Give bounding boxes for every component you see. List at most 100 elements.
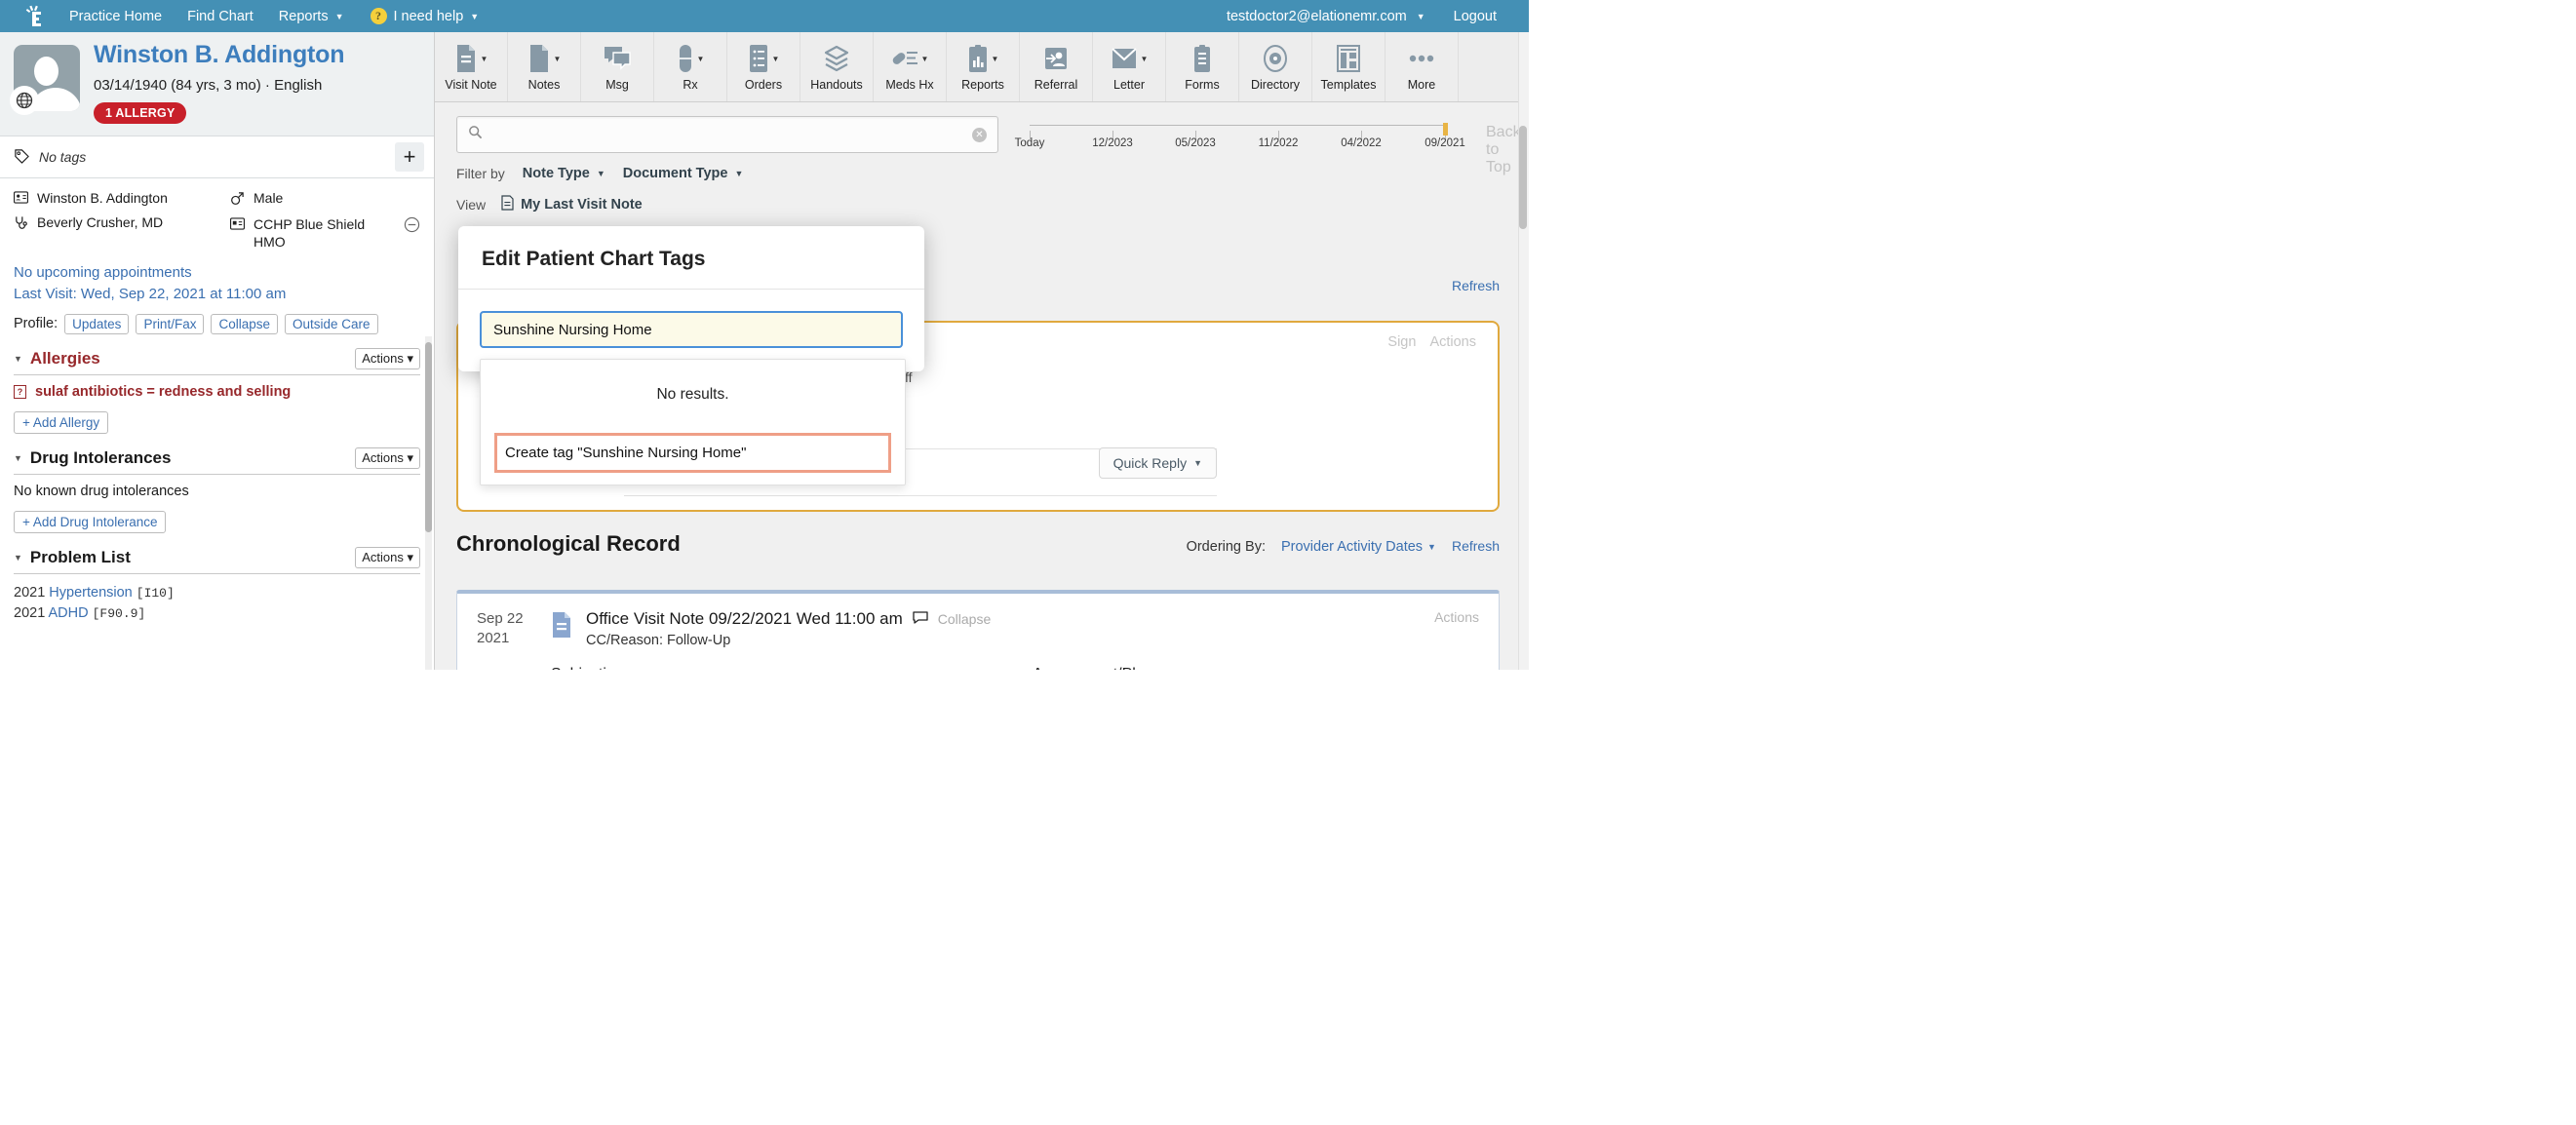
nav-need-help[interactable]: ? I need help ▼ [357,8,480,24]
profile-printfax-button[interactable]: Print/Fax [136,314,204,334]
logout-link[interactable]: Logout [1441,9,1509,24]
chart-toolbar: ▼ Visit Note ▼ Notes Msg ▼ Rx ▼ Orders H [435,32,1529,102]
search-input[interactable] [483,127,972,142]
info-sex: Male [254,190,283,208]
remove-insurance-icon[interactable] [404,216,420,238]
add-drug-intolerance-button[interactable]: + Add Drug Intolerance [14,511,166,533]
patient-dob-language: 03/14/1940 (84 yrs, 3 mo) · English [94,77,344,94]
chart-search-box[interactable]: ✕ [456,116,998,153]
timeline-position-marker[interactable] [1443,123,1448,136]
toolbar-reports[interactable]: ▼ Reports [947,32,1020,101]
visit-actions-link[interactable]: Actions [1434,609,1479,648]
collapse-triangle-icon[interactable]: ▼ [14,354,22,364]
chevron-down-icon[interactable]: ▼ [554,55,562,63]
chevron-down-icon[interactable]: ▼ [921,55,929,63]
allergies-actions-button[interactable]: Actions ▾ [355,348,420,369]
sidebar-scrollbar-thumb[interactable] [425,342,432,532]
toolbar-directory[interactable]: Directory [1239,32,1312,101]
chevron-down-icon[interactable]: ▼ [1417,12,1425,21]
clear-x-icon[interactable]: ✕ [972,128,987,142]
table-row: 2021 Hypertension [I10] [14,583,420,604]
ordering-by-value[interactable]: Provider Activity Dates ▼ [1281,539,1436,555]
back-to-top-link[interactable]: Back to Top [1486,124,1521,176]
info-row-name: Winston B. Addington [14,190,230,209]
problem-name[interactable]: ADHD [49,605,89,621]
problem-name[interactable]: Hypertension [49,585,132,601]
toolbar-notes[interactable]: ▼ Notes [508,32,581,101]
search-icon [468,125,483,144]
message-actions-link[interactable]: Actions [1429,334,1476,350]
main-scrollbar-thumb[interactable] [1519,126,1527,229]
ordering-by-value-label: Provider Activity Dates [1281,539,1423,555]
office-visit-note-card[interactable]: Sep 22 2021 Office Visit Note 09/22/2021… [456,590,1500,670]
tag-search-input[interactable] [480,311,903,348]
add-allergy-button[interactable]: + Add Allergy [14,411,108,434]
profile-updates-button[interactable]: Updates [64,314,129,334]
drug-intolerances-actions-button[interactable]: Actions ▾ [355,447,420,469]
toolbar-more[interactable]: More [1386,32,1459,101]
create-tag-option[interactable]: Create tag "Sunshine Nursing Home" [497,436,888,470]
collapse-triangle-icon[interactable]: ▼ [14,553,22,562]
toolbar-handouts[interactable]: Handouts [800,32,874,101]
chronological-refresh-link[interactable]: Refresh [1452,538,1500,554]
toolbar-forms[interactable]: Forms [1166,32,1239,101]
info-row-insurance: CCHP Blue Shield HMO [230,216,420,251]
problem-list-body: 2021 Hypertension [I10] 2021 ADHD [F90.9… [14,574,420,626]
quick-reply-button[interactable]: Quick Reply ▼ [1099,447,1217,479]
quick-reply-label: Quick Reply [1113,455,1187,471]
panel-refresh-link[interactable]: Refresh [1452,278,1500,293]
toolbar-letter[interactable]: ▼ Letter [1093,32,1166,101]
toolbar-meds-hx[interactable]: ▼ Meds Hx [874,32,947,101]
filter-document-type[interactable]: Document Type ▼ [623,166,744,181]
view-label: View [456,197,486,213]
nav-find-chart[interactable]: Find Chart [175,9,266,24]
view-my-last-visit-note[interactable]: My Last Visit Note [501,195,643,214]
profile-outside-care-button[interactable]: Outside Care [285,314,378,334]
chevron-down-icon[interactable]: ▼ [992,55,999,63]
toolbar-referral[interactable]: Referral [1020,32,1093,101]
problem-list-actions-button[interactable]: Actions ▾ [355,547,420,568]
warning-icon: ? [14,385,26,399]
view-bar: View My Last Visit Note [435,181,1529,214]
visit-date-year: 2021 [477,629,537,648]
visit-collapse-link[interactable]: Collapse [938,611,991,627]
collapse-triangle-icon[interactable]: ▼ [14,453,22,463]
profile-label: Profile: [14,316,58,331]
patient-name[interactable]: Winston B. Addington [94,42,344,69]
chevron-down-icon[interactable]: ▼ [481,55,488,63]
timeline-scrubber[interactable]: Today 12/2023 05/2023 11/2022 04/2022 09… [1030,116,1517,139]
elation-logo-icon[interactable] [12,4,57,29]
nav-reports[interactable]: Reports ▼ [266,9,357,24]
problem-code: [I10] [137,586,175,601]
toolbar-label: Msg [605,78,629,92]
chevron-down-icon: ▼ [1427,542,1436,552]
last-visit-link[interactable]: Last Visit: Wed, Sep 22, 2021 at 11:00 a… [14,284,420,305]
sign-link[interactable]: Sign [1387,334,1416,350]
problem-list-section: ▼ Problem List Actions ▾ 2021 Hypertensi… [0,547,434,626]
avatar[interactable] [14,45,80,111]
chevron-down-icon[interactable]: ▼ [772,55,780,63]
nav-practice-home[interactable]: Practice Home [57,9,175,24]
timeline-label: 05/2023 [1175,137,1216,149]
toolbar-templates[interactable]: Templates [1312,32,1386,101]
add-chart-tag-button[interactable]: + [395,142,424,172]
list-item[interactable]: ? sulaf antibiotics = redness and sellin… [14,384,420,400]
toolbar-label: Orders [745,78,782,92]
toolbar-label: Meds Hx [885,78,933,92]
id-card-icon [14,191,28,209]
no-upcoming-appointments[interactable]: No upcoming appointments [14,262,420,284]
chevron-down-icon: ▼ [470,12,479,21]
toolbar-orders[interactable]: ▼ Orders [727,32,800,101]
toolbar-msg[interactable]: Msg [581,32,654,101]
toolbar-rx[interactable]: ▼ Rx [654,32,727,101]
chevron-down-icon[interactable]: ▼ [1141,55,1149,63]
user-email[interactable]: testdoctor2@elationemr.com [1214,9,1413,24]
patient-identity: Winston B. Addington 03/14/1940 (84 yrs,… [94,42,344,124]
toolbar-visit-note[interactable]: ▼ Visit Note [435,32,508,101]
tag-icon [14,148,30,165]
create-tag-highlight: Create tag "Sunshine Nursing Home" [494,433,891,473]
profile-collapse-button[interactable]: Collapse [211,314,278,334]
allergy-count-badge[interactable]: 1 ALLERGY [94,102,186,124]
filter-note-type[interactable]: Note Type ▼ [523,166,605,181]
chevron-down-icon[interactable]: ▼ [697,55,705,63]
